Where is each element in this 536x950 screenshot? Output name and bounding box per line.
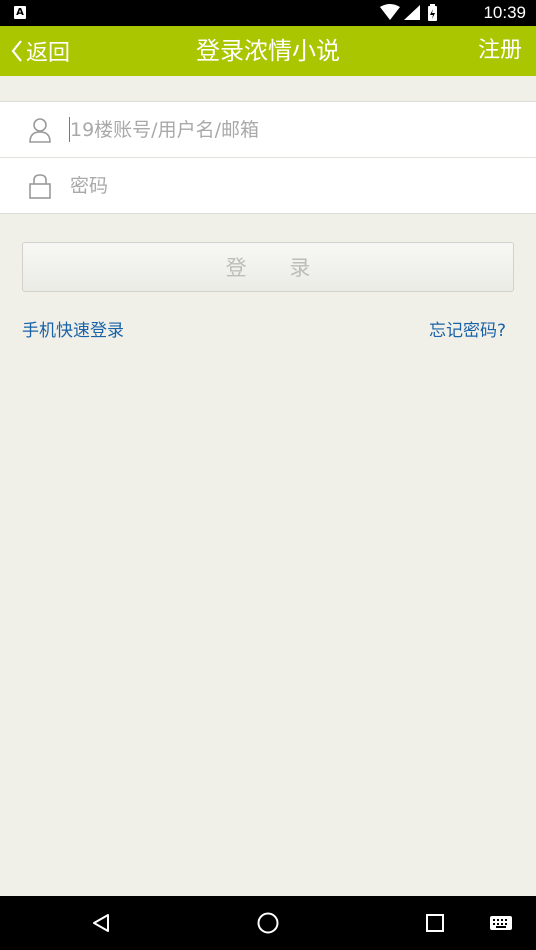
wifi-icon [380, 4, 400, 20]
password-row [0, 158, 536, 213]
app-bar: 返回 登录浓情小说 注册 [0, 26, 536, 76]
user-icon [29, 118, 51, 143]
lock-icon [29, 174, 51, 199]
text-caret [69, 117, 70, 142]
home-circle-icon [257, 912, 279, 934]
login-button[interactable]: 登 录 [22, 242, 514, 292]
nav-recents-button[interactable] [400, 896, 470, 950]
status-icons [380, 4, 437, 21]
recents-square-icon [426, 914, 444, 932]
back-label: 返回 [26, 41, 71, 66]
page-title: 登录浓情小说 [196, 37, 340, 65]
username-row [0, 102, 536, 158]
login-form [0, 101, 536, 214]
keyboard-icon [490, 916, 512, 930]
battery-icon [428, 4, 437, 21]
username-input[interactable] [68, 110, 510, 150]
register-button[interactable]: 注册 [478, 26, 522, 76]
nav-back-button[interactable] [66, 896, 136, 950]
keyboard-button[interactable] [466, 896, 536, 950]
forgot-password-link[interactable]: 忘记密码? [429, 316, 506, 341]
status-bar: A 10:39 [0, 0, 536, 26]
navigation-bar [0, 896, 536, 950]
notification-a-icon: A [14, 6, 26, 19]
nav-home-button[interactable] [233, 896, 303, 950]
status-time: 10:39 [483, 3, 526, 22]
phone-login-link[interactable]: 手机快速登录 [22, 316, 124, 341]
signal-icon [404, 5, 420, 20]
back-button[interactable]: 返回 [10, 26, 70, 76]
password-input[interactable] [68, 166, 510, 206]
chevron-left-icon [11, 40, 22, 62]
back-triangle-icon [93, 914, 109, 932]
